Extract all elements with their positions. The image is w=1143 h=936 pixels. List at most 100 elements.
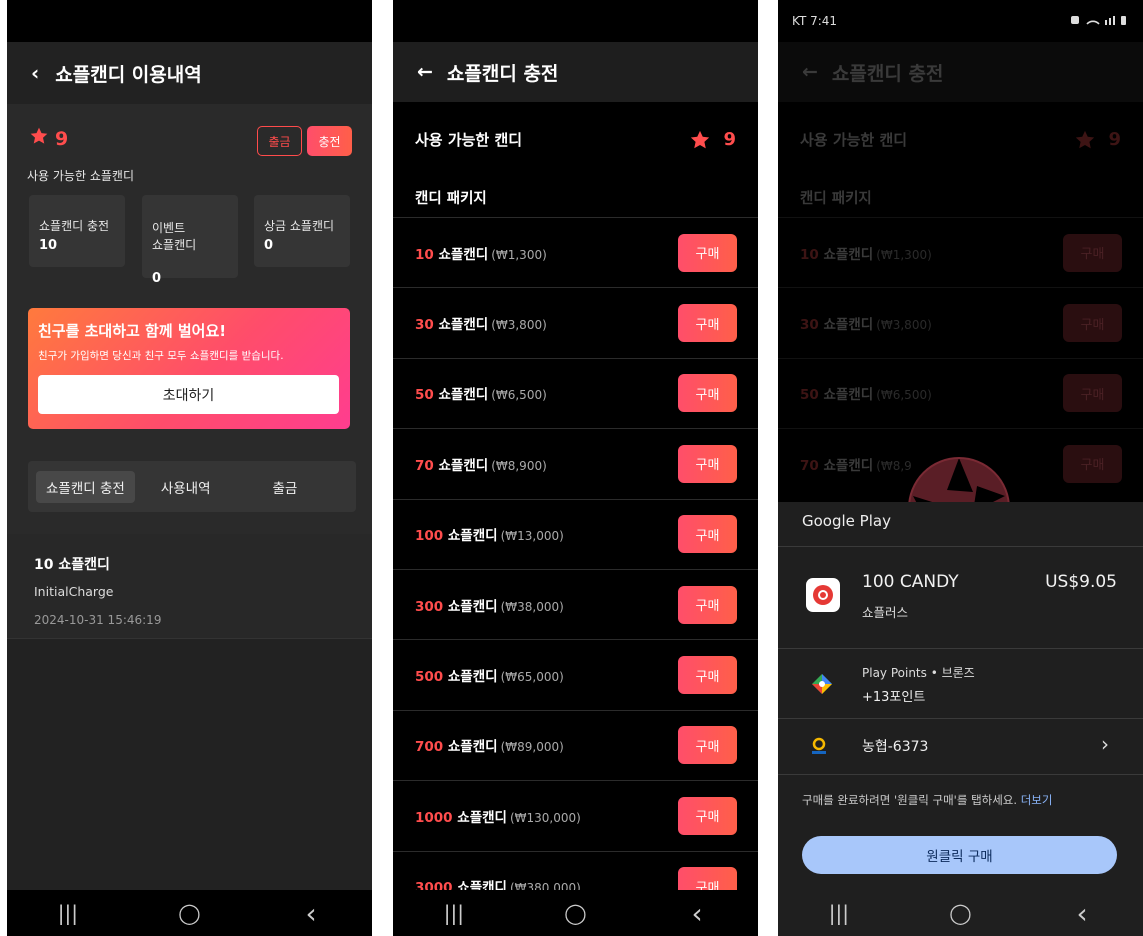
- stat-value: 0: [152, 271, 162, 286]
- package-unit: 쇼플캔디: [818, 317, 874, 334]
- dimmed-background-screen: ← 쇼플캔디 충전 사용 가능한 캔디 9 캔디 패키지 10 쇼플캔디 (₩1,…: [778, 42, 1143, 544]
- package-price: (₩89,000): [500, 740, 564, 755]
- package-row: 10 쇼플캔디 (₩1,300) 구매: [393, 217, 758, 287]
- system-nav-bar: ||| ◯ ‹: [778, 890, 1143, 936]
- package-label: 100 쇼플캔디 (₩13,000): [415, 524, 564, 544]
- home-button[interactable]: ◯: [159, 898, 219, 928]
- bg-title: 쇼플캔디 충전: [831, 62, 944, 85]
- play-points-earn: +13포인트: [862, 690, 926, 705]
- more-link[interactable]: 더보기: [1021, 793, 1053, 807]
- package-label: 50 쇼플캔디 (₩6,500): [415, 383, 547, 403]
- package-amount: 300: [415, 598, 444, 615]
- stat-label: 쇼플캔디 충전: [39, 219, 110, 233]
- withdraw-button[interactable]: 출금: [257, 126, 302, 156]
- package-amount: 10: [800, 246, 819, 263]
- stat-charge: 쇼플캔디 충전 10: [29, 195, 125, 267]
- buy-button[interactable]: 구매: [678, 374, 737, 413]
- stat-prize: 상금 쇼플캔디 0: [254, 195, 350, 267]
- buy-button[interactable]: 구매: [678, 726, 737, 765]
- payment-method-row[interactable]: 농협-6373 ›: [778, 718, 1143, 774]
- package-row: 30 쇼플캔디 (₩3,800) 구매: [393, 287, 758, 357]
- buy-button: 구매: [1063, 444, 1122, 483]
- system-nav-bar: ||| ◯ ‹: [393, 890, 758, 936]
- package-amount: 30: [800, 317, 819, 334]
- stat-event: 이벤트 쇼플캔디 0: [142, 195, 238, 286]
- stat-label: 이벤트 쇼플캔디: [152, 221, 197, 252]
- package-row: 700 쇼플캔디 (₩89,000) 구매: [393, 709, 758, 780]
- payment-method: 농협-6373: [862, 739, 929, 755]
- back-arrow-icon[interactable]: ←: [417, 61, 433, 83]
- buy-button[interactable]: 구매: [678, 515, 737, 554]
- buy-button[interactable]: 구매: [678, 304, 737, 343]
- invite-button[interactable]: 초대하기: [38, 375, 339, 414]
- package-list: 10 쇼플캔디 (₩1,300) 구매 30 쇼플캔디 (₩3,800) 구매 50 쇼플캔…: [393, 217, 758, 921]
- package-label: 700 쇼플캔디 (₩89,000): [415, 735, 564, 755]
- product-row: 100 CANDY 쇼플러스 US$9.05: [778, 546, 1143, 648]
- package-unit: 쇼플캔디: [818, 246, 874, 263]
- app-header: ‹ 쇼플캔디 이용내역: [7, 42, 372, 104]
- buy-button[interactable]: 구매: [678, 233, 737, 272]
- history-amount: 10 쇼플캔디: [34, 557, 110, 573]
- stat-label: 상금 쇼플캔디: [264, 219, 335, 233]
- invite-banner: 친구를 초대하고 함께 벌어요! 친구가 가입하면 당신과 친구 모두 쇼플캔디…: [28, 308, 350, 429]
- package-unit: 쇼플캔디: [433, 246, 489, 263]
- purchase-note-text: 구매를 완료하려면 '원클릭 구매'를 탭하세요.: [802, 793, 1018, 807]
- balance-value: 9: [55, 127, 69, 150]
- package-label: 50 쇼플캔디 (₩6,500): [800, 383, 932, 403]
- package-label: 캔디 패키지: [415, 190, 487, 207]
- bg-balance: 9: [1074, 129, 1121, 151]
- package-price: (₩130,000): [509, 810, 581, 825]
- system-nav-bar: ||| ◯ ‹: [7, 890, 372, 936]
- home-button[interactable]: ◯: [930, 898, 990, 928]
- bg-header: ← 쇼플캔디 충전: [778, 42, 1143, 102]
- buy-button: 구매: [1063, 374, 1122, 413]
- buy-button[interactable]: 구매: [678, 796, 737, 835]
- package-label: 70 쇼플캔디 (₩8,900): [415, 454, 547, 474]
- buy-button[interactable]: 구매: [678, 656, 737, 695]
- package-row: 300 쇼플캔디 (₩38,000) 구매: [393, 568, 758, 639]
- package-row: 1000 쇼플캔디 (₩130,000) 구매: [393, 780, 758, 850]
- buy-button[interactable]: 구매: [678, 444, 737, 483]
- product-name: 100 CANDY: [862, 572, 959, 592]
- status-time: KT 7:41: [792, 14, 838, 28]
- available-row: 사용 가능한 캔디 9: [393, 102, 758, 177]
- back-arrow-icon: ←: [802, 61, 818, 83]
- tab-usage[interactable]: 사용내역: [151, 471, 221, 503]
- recent-apps-button[interactable]: |||: [424, 898, 484, 928]
- back-button[interactable]: ‹: [667, 897, 727, 930]
- package-price: (₩3,800): [491, 318, 547, 333]
- invite-title: 친구를 초대하고 함께 벌어요!: [38, 322, 227, 340]
- list-item[interactable]: 10 쇼플캔디 InitialCharge 2024-10-31 15:46:1…: [7, 534, 372, 639]
- package-amount: 700: [415, 739, 444, 756]
- package-row: 50 쇼플캔디 (₩6,500) 구매: [393, 357, 758, 428]
- package-unit: 쇼플캔디: [443, 528, 498, 545]
- available-label: 사용 가능한 쇼플캔디: [27, 169, 134, 183]
- tab-withdraw[interactable]: 출금: [263, 471, 308, 503]
- back-button[interactable]: ‹: [1052, 897, 1112, 930]
- balance: 9: [29, 126, 68, 151]
- package-amount: 30: [415, 317, 434, 334]
- history-screen: ‹ 쇼플캔디 이용내역 9 출금 충전 사용 가능한 쇼플캔디 쇼플캔디 충전 …: [7, 42, 372, 890]
- package-price: (₩8,900): [491, 458, 547, 473]
- balance: 9: [689, 129, 736, 151]
- recent-apps-button[interactable]: |||: [809, 898, 869, 928]
- buy-button[interactable]: 구매: [678, 585, 737, 624]
- package-amount: 500: [415, 669, 444, 686]
- charge-button[interactable]: 충전: [307, 126, 352, 156]
- back-button[interactable]: ‹: [281, 897, 341, 930]
- package-label: 30 쇼플캔디 (₩3,800): [415, 313, 547, 333]
- play-points-row: Play Points • 브론즈 +13포인트: [778, 648, 1143, 718]
- back-icon[interactable]: ‹: [31, 61, 39, 85]
- package-amount: 1000: [415, 809, 453, 826]
- home-button[interactable]: ◯: [545, 898, 605, 928]
- phone-screen-charge: ← 쇼플캔디 충전 사용 가능한 캔디 9 캔디 패키지 10 쇼플캔디 (₩1,…: [393, 0, 758, 936]
- tab-charge[interactable]: 쇼플캔디 충전: [36, 470, 135, 503]
- recent-apps-button[interactable]: |||: [38, 898, 98, 928]
- play-points-icon: [812, 674, 832, 698]
- package-price: (₩6,500): [876, 388, 932, 403]
- phone-screen-google-play: KT 7:41 ← 쇼플캔디 충전 사용 가능한 캔디 9 캔디 패키지 10 …: [778, 0, 1143, 936]
- package-price: (₩38,000): [500, 599, 564, 614]
- star-icon: [1076, 130, 1095, 148]
- one-click-buy-button[interactable]: 원클릭 구매: [802, 836, 1117, 874]
- package-unit: 쇼플캔디: [443, 739, 498, 756]
